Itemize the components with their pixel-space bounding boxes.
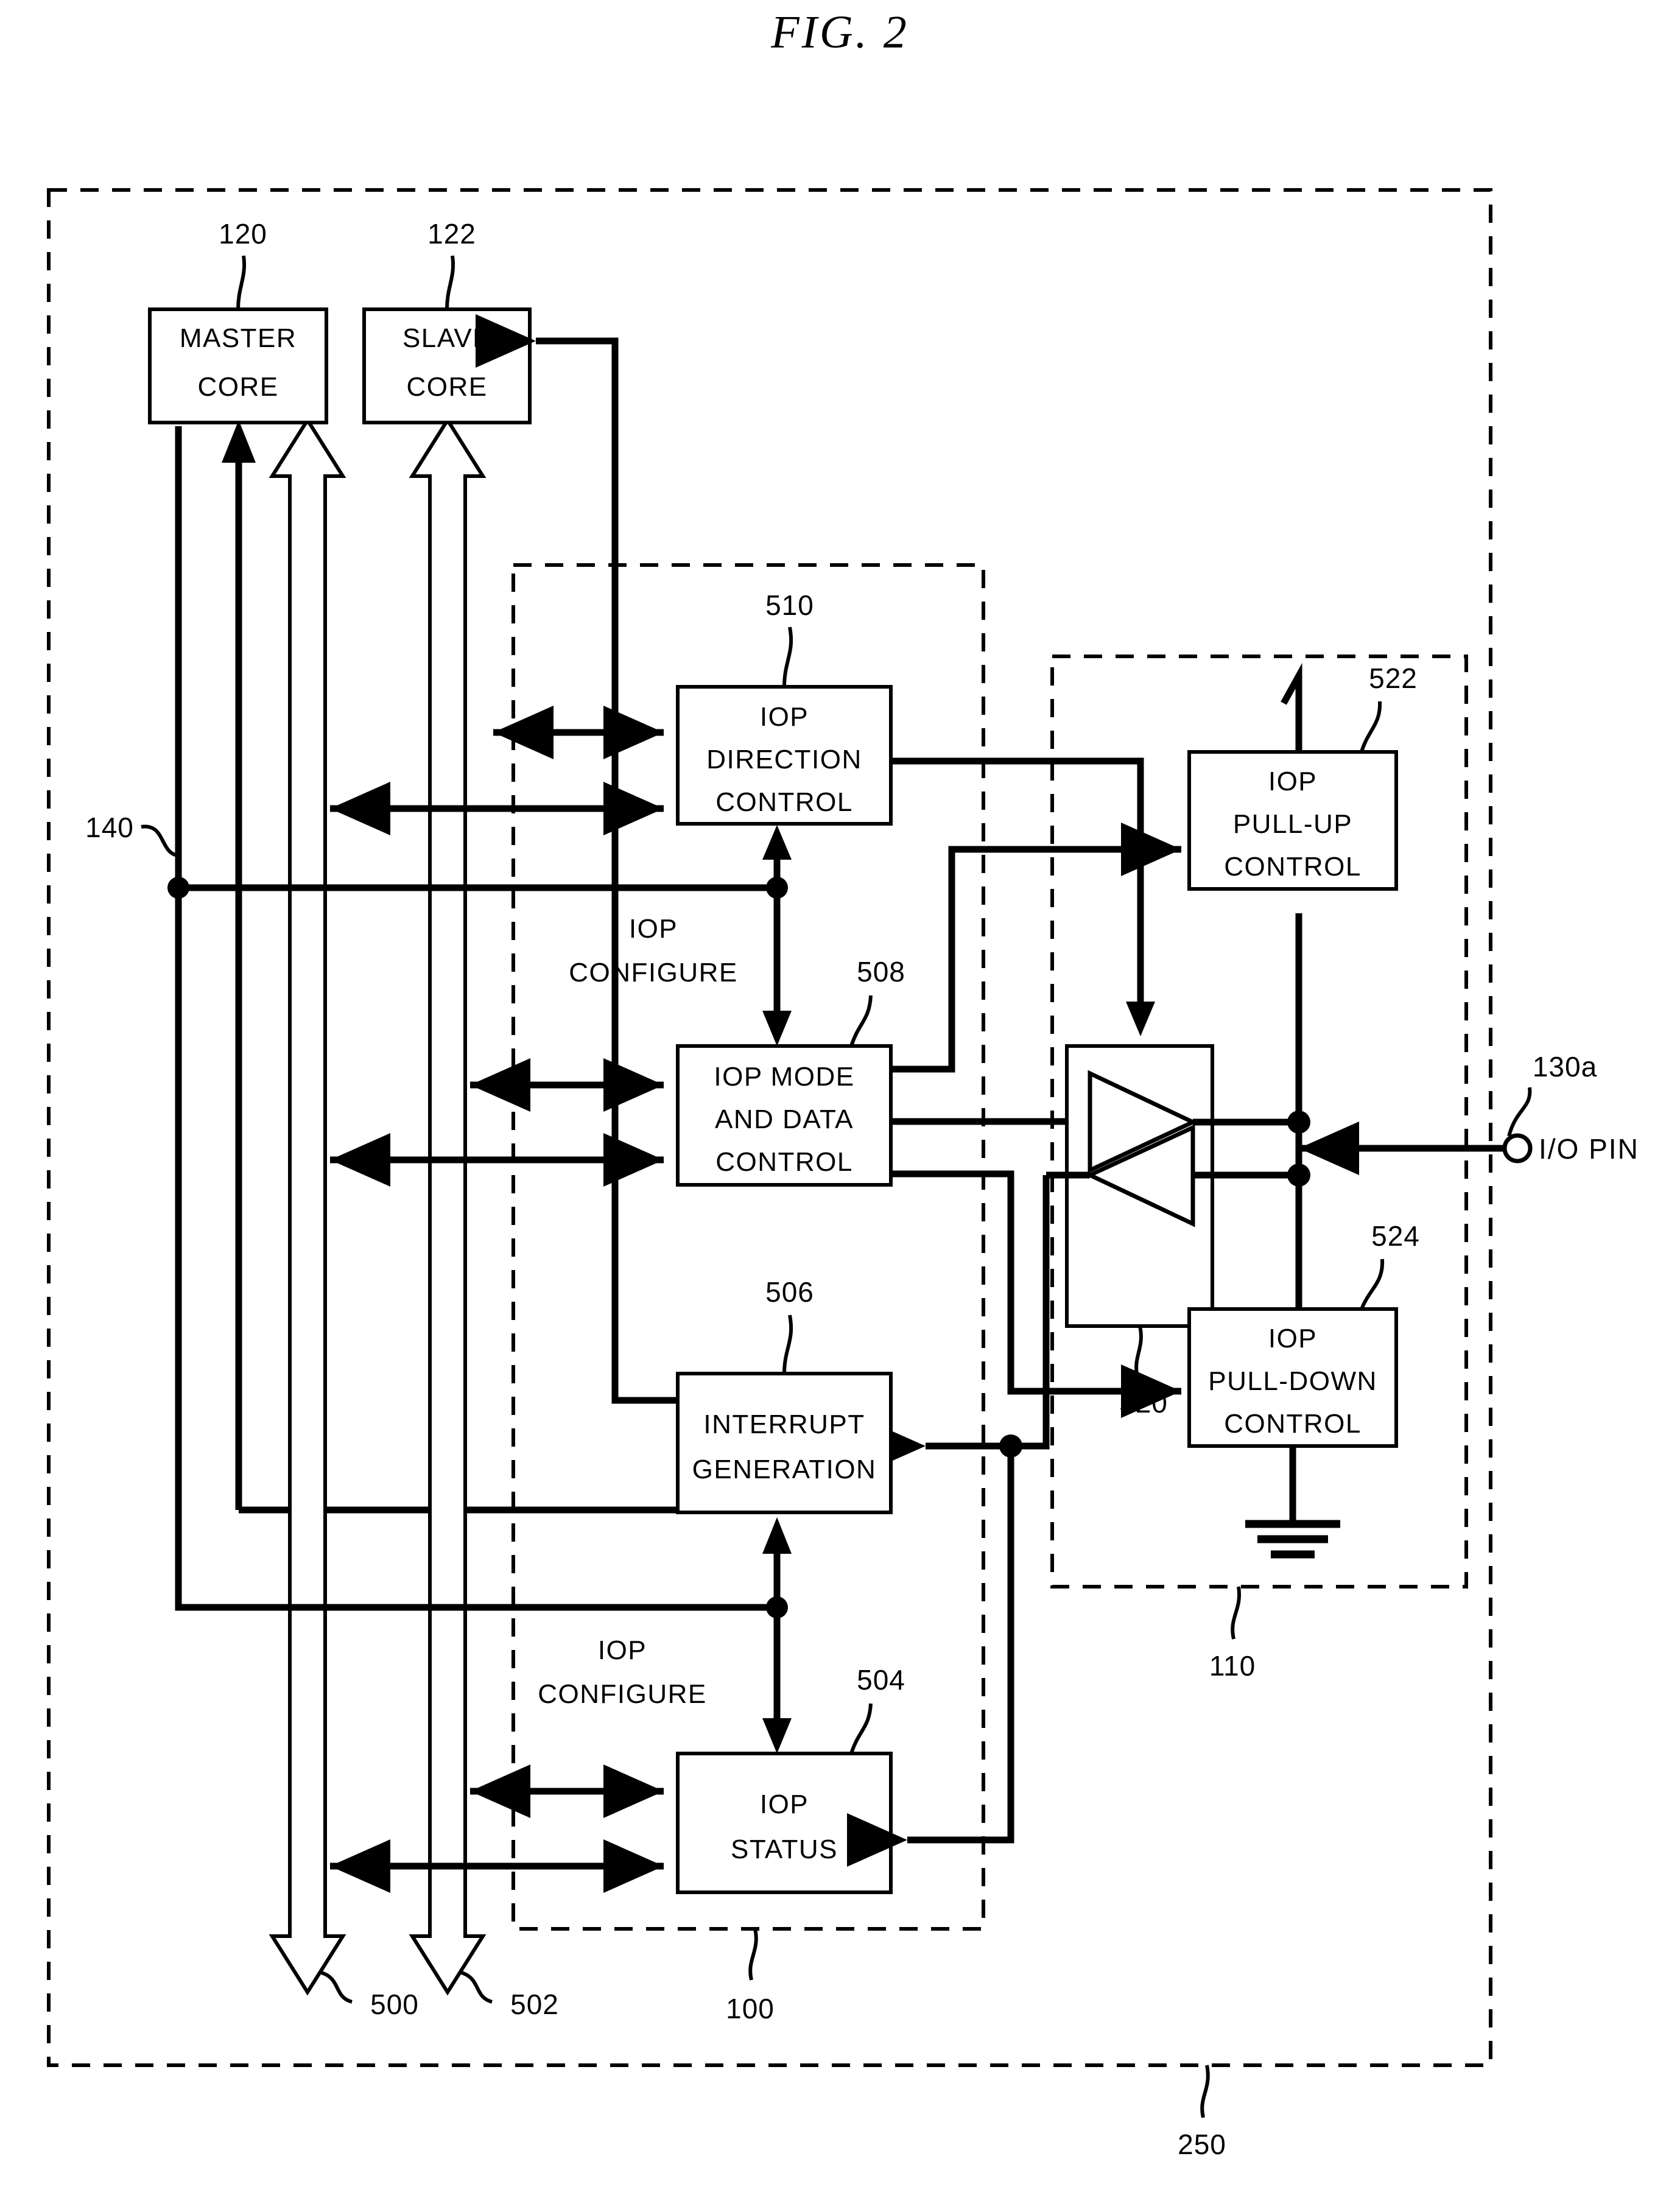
- io-buffer-leader: [1134, 1325, 1143, 1378]
- iop-configure-arrow-up: [762, 825, 792, 860]
- iop-pull-up-leader: [1360, 701, 1382, 753]
- slave-core-leader: [445, 255, 455, 310]
- slave-core-label-line2: CORE: [406, 372, 487, 402]
- pad-cell-leader-110: [1231, 1586, 1241, 1640]
- iop-pull-down-ref-524: 524: [1371, 1220, 1420, 1252]
- iop-pull-down-leader: [1360, 1258, 1385, 1310]
- interrupt-generation-line1: INTERRUPT: [703, 1409, 865, 1439]
- io-pin-label: I/O PIN: [1539, 1133, 1639, 1165]
- iop-configure-lower-arrow-down: [762, 1718, 792, 1753]
- master-interrupt-arrowhead: [222, 420, 256, 463]
- diagram-canvas: MASTER CORE 120 SLAVE CORE 122 140 IOP C…: [47, 188, 1639, 2160]
- iop-configure-lower-line2: CONFIGURE: [538, 1679, 707, 1709]
- iop-mode-data-line1: IOP MODE: [714, 1062, 854, 1092]
- iop-direction-control-ref-510: 510: [765, 589, 814, 621]
- patent-figure: FIG. 2 MASTER CORE 120 SLAVE CORE 122 14…: [0, 0, 1680, 2201]
- iop-pull-up-line1: IOP: [1268, 767, 1317, 796]
- iop-configure-lower-line1: IOP: [598, 1635, 647, 1665]
- master-core-bus-line: [175, 426, 676, 1611]
- iop-mode-data-line2: AND DATA: [715, 1104, 854, 1134]
- receiver-to-status-line: [847, 1446, 1014, 1867]
- iop-configure-arrow-down: [762, 1011, 792, 1046]
- iop-status-ref-504: 504: [857, 1664, 905, 1696]
- iop-pull-up-ref-522: 522: [1369, 662, 1418, 694]
- iop-pull-up-line2: PULL-UP: [1233, 809, 1352, 839]
- outer-boundary-leader-250: [1200, 2065, 1210, 2118]
- interrupt-500-leader: [320, 1971, 353, 2004]
- iop-logic-ref-100: 100: [726, 1993, 775, 2024]
- master-core-leader: [236, 255, 246, 310]
- iop-configure-upper-line2: CONFIGURE: [569, 958, 738, 988]
- bus-ref-leader-140: [141, 824, 179, 857]
- slave-core-ref-122: 122: [427, 218, 476, 250]
- outer-boundary-ref-250: 250: [1178, 2129, 1226, 2160]
- interrupt-generation-line2: GENERATION: [692, 1455, 877, 1484]
- iop-pull-down-line2: PULL-DOWN: [1208, 1366, 1377, 1396]
- master-core-label-line2: CORE: [197, 372, 278, 402]
- iop-mode-data-ref-508: 508: [857, 956, 905, 988]
- slave-core-label-line1: SLAVE: [402, 323, 491, 353]
- bus-junction-dot-140: [167, 877, 189, 899]
- iop-mode-data-leader: [849, 995, 873, 1047]
- io-pin-circle: [1502, 1133, 1533, 1164]
- dir-ctrl-output-to-pullup: [891, 757, 1144, 810]
- iop-direction-control-line2: DIRECTION: [706, 745, 862, 774]
- interrupt-ref-500: 500: [370, 1989, 419, 2020]
- iop-logic-leader-100: [748, 1928, 758, 1981]
- iop-direction-control-leader: [782, 627, 793, 687]
- iop-pull-down-line1: IOP: [1268, 1324, 1317, 1353]
- receiver-to-interrupt-line: [865, 1175, 1050, 1473]
- interrupt-ref-502: 502: [510, 1989, 559, 2020]
- io-pin-leader-130a: [1507, 1087, 1532, 1137]
- iop-status-box[interactable]: [676, 1752, 893, 1894]
- master-core-ref-120: 120: [219, 218, 267, 250]
- iop-status-line1: IOP: [760, 1789, 809, 1819]
- pad-cell-ref-110: 110: [1209, 1650, 1256, 1682]
- iop-status-line2: STATUS: [731, 1834, 838, 1864]
- slave-interrupt-return: [476, 314, 678, 1404]
- master-core-label-line1: MASTER: [180, 323, 297, 353]
- iop-configure-lower-arrow-up: [762, 1517, 792, 1554]
- iop-direction-control-line3: CONTROL: [715, 787, 853, 817]
- iop-direction-control-line1: IOP: [760, 702, 809, 732]
- pull-up-supply-stub: [1281, 662, 1302, 752]
- iop-configure-upper-line1: IOP: [629, 914, 678, 944]
- iop-pull-up-line3: CONTROL: [1224, 852, 1362, 882]
- bus-ref-140: 140: [85, 812, 134, 843]
- iop-mode-data-line3: CONTROL: [715, 1147, 853, 1177]
- interrupt-generation-ref-506: 506: [765, 1276, 814, 1308]
- interrupt-generation-box[interactable]: [676, 1372, 893, 1514]
- interrupt-502-leader: [460, 1971, 493, 2004]
- interrupt-generation-leader: [782, 1315, 793, 1374]
- iop-status-leader: [849, 1703, 873, 1754]
- hollow-arrow-502: [409, 416, 487, 1996]
- iop-pull-down-line3: CONTROL: [1224, 1409, 1362, 1439]
- io-buffer-ref-520: 520: [1119, 1387, 1168, 1419]
- io-pin-ref-130a: 130a: [1533, 1051, 1597, 1083]
- hollow-arrow-500: [269, 416, 346, 1996]
